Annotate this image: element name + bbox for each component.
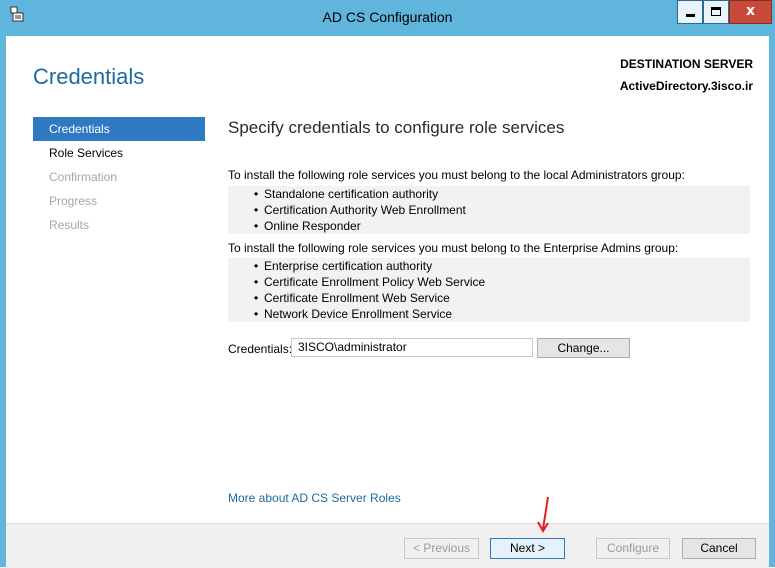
close-icon: x [745, 3, 756, 19]
window-title: AD CS Configuration [322, 9, 453, 25]
destination-server-name: ActiveDirectory.3isco.ir [619, 79, 753, 93]
wizard-footer: < Previous Next > Configure Cancel [6, 523, 769, 568]
page-title: Credentials [33, 64, 145, 89]
credentials-label: Credentials: [228, 342, 293, 356]
list-item: Network Device Enrollment Service [254, 306, 750, 322]
minimize-button[interactable] [677, 0, 703, 24]
ad-cs-configuration-window: AD CS Configuration x Credentials DESTIN… [0, 0, 775, 568]
enterprise-roles-list: Enterprise certification authority Certi… [228, 258, 750, 322]
nav-item-results: Results [49, 218, 90, 232]
wizard-client-area: Credentials DESTINATION SERVER ActiveDir… [6, 36, 769, 568]
close-button[interactable]: x [729, 0, 772, 24]
destination-server-label: DESTINATION SERVER [620, 57, 753, 71]
admins-roles-list: Standalone certification authority Certi… [228, 186, 750, 234]
annotation-arrow-icon [537, 496, 549, 533]
title-bar[interactable]: AD CS Configuration x [0, 0, 775, 36]
list-item: Online Responder [254, 218, 750, 234]
nav-item-credentials[interactable]: Credentials [33, 117, 205, 141]
list-item: Certificate Enrollment Policy Web Servic… [254, 274, 750, 290]
nav-item-role-services[interactable]: Role Services [33, 141, 205, 165]
destination-server-block: DESTINATION SERVER ActiveDirectory.3isco… [620, 57, 753, 93]
credentials-field: 3ISCO\administrator [291, 338, 533, 357]
maximize-button[interactable] [703, 0, 729, 24]
list-item: Enterprise certification authority [254, 258, 750, 274]
list-item: Standalone certification authority [254, 186, 750, 202]
change-credentials-button[interactable]: Change... [537, 338, 630, 358]
previous-button[interactable]: < Previous [404, 538, 479, 559]
more-about-roles-link[interactable]: More about AD CS Server Roles [228, 491, 401, 505]
configure-button[interactable]: Configure [596, 538, 670, 559]
next-button[interactable]: Next > [490, 538, 565, 559]
cancel-button[interactable]: Cancel [682, 538, 756, 559]
list-item: Certificate Enrollment Web Service [254, 290, 750, 306]
enterprise-intro-text: To install the following role services y… [228, 241, 679, 255]
nav-item-progress: Progress [49, 194, 98, 208]
list-item: Certification Authority Web Enrollment [254, 202, 750, 218]
admins-intro-text: To install the following role services y… [228, 168, 685, 182]
section-heading: Specify credentials to configure role se… [228, 118, 565, 137]
wizard-nav: Credentials Role Services Confirmation P… [33, 117, 205, 237]
nav-item-confirmation: Confirmation [49, 170, 118, 184]
